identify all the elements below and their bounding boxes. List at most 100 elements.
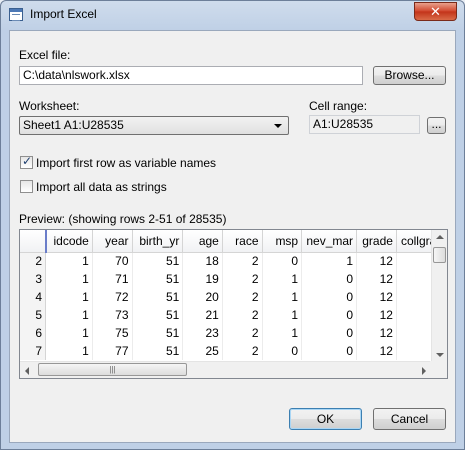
table-cell[interactable]: 20 xyxy=(182,288,223,306)
table-cell[interactable]: 25 xyxy=(182,342,223,360)
table-cell[interactable]: 0 xyxy=(301,306,358,324)
scroll-down-icon[interactable] xyxy=(436,353,444,357)
table-cell[interactable]: 12 xyxy=(356,342,397,360)
table-row[interactable]: 51735121210120 xyxy=(20,306,447,324)
table-row[interactable]: 21705118201120 xyxy=(20,252,447,270)
table-cell[interactable]: 12 xyxy=(356,252,397,270)
preview-label: Preview: (showing rows 2-51 of 28535) xyxy=(19,212,227,226)
column-header[interactable]: year xyxy=(92,230,133,253)
table-cell[interactable]: 51 xyxy=(132,324,184,342)
table-cell[interactable]: 1 xyxy=(45,306,93,324)
table-row[interactable]: 71775125200120 xyxy=(20,342,447,360)
scroll-up-icon[interactable] xyxy=(436,235,444,239)
table-cell[interactable]: 72 xyxy=(92,288,133,306)
table-cell[interactable]: 1 xyxy=(262,324,303,342)
row-number[interactable]: 3 xyxy=(20,270,47,288)
table-cell[interactable]: 23 xyxy=(182,324,223,342)
horizontal-scroll-thumb[interactable]: ||| xyxy=(38,363,187,376)
table-cell[interactable]: 75 xyxy=(92,324,133,342)
excel-file-label: Excel file: xyxy=(19,48,71,62)
window-title: Import Excel xyxy=(30,7,97,21)
preview-grid[interactable]: idcode year birth_yr age race msp nev_mar grade… xyxy=(19,229,448,379)
worksheet-label: Worksheet: xyxy=(19,99,80,113)
table-cell[interactable]: 0 xyxy=(301,270,358,288)
first-row-names-label[interactable]: Import first row as variable names xyxy=(36,156,216,170)
ok-button[interactable]: OK xyxy=(289,408,362,430)
table-cell[interactable]: 2 xyxy=(222,252,263,270)
table-cell[interactable]: 1 xyxy=(45,252,93,270)
table-cell[interactable]: 2 xyxy=(222,270,263,288)
worksheet-value: Sheet1 A1:U28535 xyxy=(23,118,124,132)
table-cell[interactable]: 1 xyxy=(301,252,358,270)
header-row: idcode year birth_yr age race msp nev_mar grade… xyxy=(20,230,447,253)
table-cell[interactable]: 77 xyxy=(92,342,133,360)
table-cell[interactable]: 1 xyxy=(45,288,93,306)
cell-range-label: Cell range: xyxy=(309,99,368,113)
table-cell[interactable]: 18 xyxy=(182,252,223,270)
table-cell[interactable]: 12 xyxy=(356,288,397,306)
spreadsheet-icon xyxy=(9,8,23,21)
row-number[interactable]: 5 xyxy=(20,306,47,324)
vertical-scroll-thumb[interactable] xyxy=(433,247,446,263)
table-row[interactable]: 31715119210120 xyxy=(20,270,447,288)
scroll-left-icon[interactable] xyxy=(25,367,29,375)
table-cell[interactable]: 51 xyxy=(132,306,184,324)
table-cell[interactable]: 2 xyxy=(222,324,263,342)
all-strings-checkbox[interactable] xyxy=(20,180,33,193)
table-cell[interactable]: 51 xyxy=(132,288,184,306)
cell-range-field[interactable]: A1:U28535 xyxy=(309,115,420,134)
column-header[interactable]: age xyxy=(182,230,223,253)
table-cell[interactable]: 0 xyxy=(301,288,358,306)
table-cell[interactable]: 0 xyxy=(301,324,358,342)
column-header[interactable]: idcode xyxy=(45,230,93,253)
first-row-names-checkbox[interactable] xyxy=(20,154,33,169)
browse-button[interactable]: Browse... xyxy=(373,66,446,85)
worksheet-select[interactable]: Sheet1 A1:U28535 xyxy=(19,116,289,135)
vertical-scrollbar[interactable] xyxy=(431,230,447,362)
table-cell[interactable]: 1 xyxy=(262,270,303,288)
table-cell[interactable]: 51 xyxy=(132,342,184,360)
table-row[interactable]: 41725120210120 xyxy=(20,288,447,306)
table-cell[interactable]: 2 xyxy=(222,342,263,360)
table-cell[interactable]: 1 xyxy=(262,288,303,306)
row-number[interactable]: 6 xyxy=(20,324,47,342)
table-cell[interactable]: 51 xyxy=(132,270,184,288)
row-number[interactable]: 7 xyxy=(20,342,47,360)
row-number[interactable]: 2 xyxy=(20,252,47,270)
table-cell[interactable]: 71 xyxy=(92,270,133,288)
excel-file-field[interactable]: C:\data\nlswork.xlsx xyxy=(19,66,363,85)
table-cell[interactable]: 70 xyxy=(92,252,133,270)
scrollbar-corner xyxy=(430,361,447,378)
table-cell[interactable]: 12 xyxy=(356,306,397,324)
column-header[interactable]: grade xyxy=(356,230,397,253)
table-cell[interactable]: 12 xyxy=(356,270,397,288)
scroll-right-icon[interactable] xyxy=(422,367,426,375)
table-cell[interactable]: 19 xyxy=(182,270,223,288)
table-cell[interactable]: 1 xyxy=(45,342,93,360)
table-cell[interactable]: 1 xyxy=(45,324,93,342)
table-cell[interactable]: 51 xyxy=(132,252,184,270)
column-header[interactable]: race xyxy=(222,230,263,253)
table-cell[interactable]: 0 xyxy=(262,252,303,270)
title-bar[interactable]: Import Excel ✕ xyxy=(1,1,464,29)
table-cell[interactable]: 21 xyxy=(182,306,223,324)
table-cell[interactable]: 73 xyxy=(92,306,133,324)
horizontal-scrollbar[interactable]: ||| xyxy=(20,361,431,378)
column-header[interactable]: nev_mar xyxy=(301,230,358,253)
all-strings-label[interactable]: Import all data as strings xyxy=(36,180,167,194)
cancel-button[interactable]: Cancel xyxy=(373,408,446,430)
table-cell[interactable]: 2 xyxy=(222,288,263,306)
cell-range-button[interactable]: ... xyxy=(427,117,446,134)
column-header[interactable]: birth_yr xyxy=(132,230,184,253)
table-cell[interactable]: 0 xyxy=(301,342,358,360)
row-header-corner[interactable] xyxy=(20,230,47,253)
column-header[interactable]: msp xyxy=(262,230,303,253)
table-cell[interactable]: 12 xyxy=(356,324,397,342)
table-cell[interactable]: 1 xyxy=(45,270,93,288)
close-button[interactable]: ✕ xyxy=(414,2,457,21)
table-cell[interactable]: 1 xyxy=(262,306,303,324)
table-row[interactable]: 61755123210120 xyxy=(20,324,447,342)
table-cell[interactable]: 0 xyxy=(262,342,303,360)
row-number[interactable]: 4 xyxy=(20,288,47,306)
table-cell[interactable]: 2 xyxy=(222,306,263,324)
